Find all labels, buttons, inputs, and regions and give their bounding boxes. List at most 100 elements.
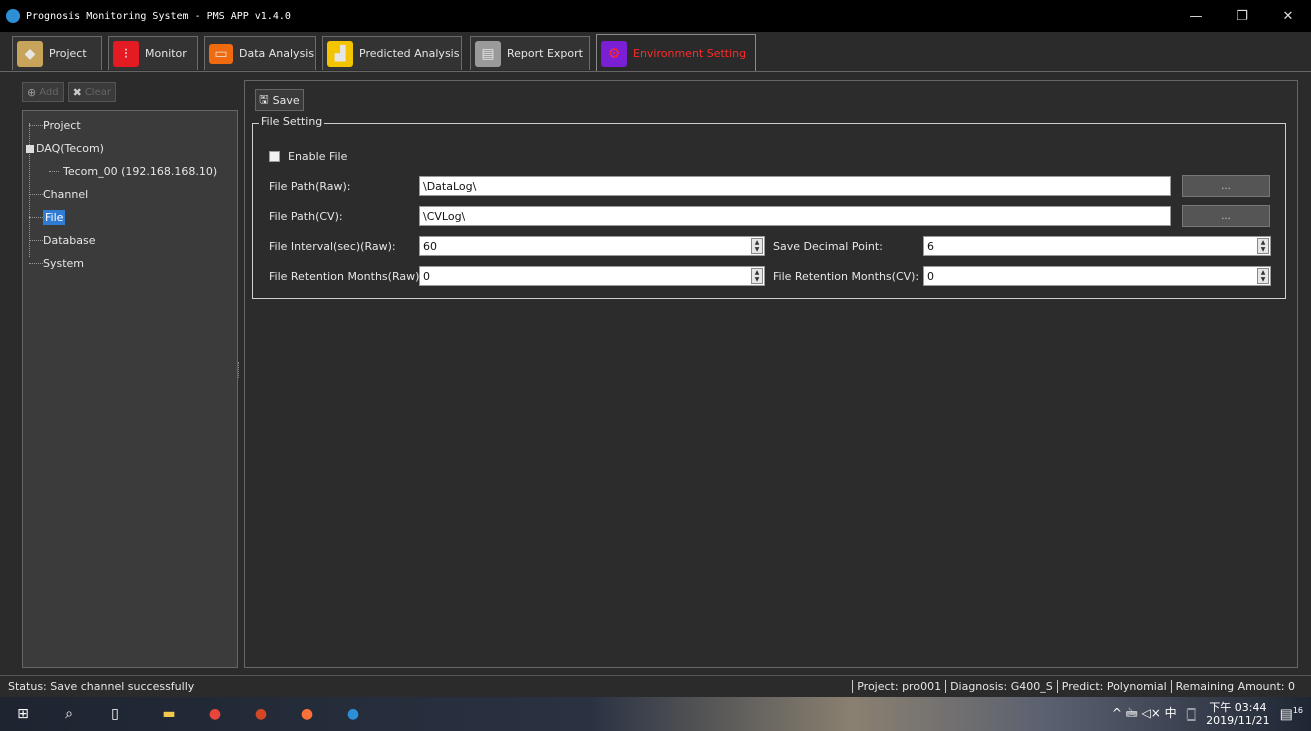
file-path-cv-label: File Path(CV): <box>269 210 343 223</box>
tray-icons[interactable]: ^ 🖮 ◁× 中 <box>1112 704 1177 725</box>
spin-arrows-icon[interactable]: ▲ ▼ <box>1257 238 1269 254</box>
file-setting-group: File Setting Enable File File Path(Raw):… <box>252 115 1286 299</box>
save-label: Save <box>272 93 300 107</box>
tree-item-project[interactable]: Project <box>23 114 237 137</box>
clock[interactable]: 下午 03:44 2019/11/21 <box>1206 701 1269 727</box>
tree-item-label: File <box>43 210 66 225</box>
notification-icon[interactable]: ▤16 <box>1280 706 1303 723</box>
left-panel: ⊕ Add ✖ Clear Project DAQ(Tecom) Tecom_0… <box>12 80 238 668</box>
close-button[interactable]: ✕ <box>1265 0 1311 32</box>
tree-item-daq[interactable]: DAQ(Tecom) <box>23 137 237 160</box>
notification-count: 16 <box>1292 705 1303 715</box>
tab-label: Environment Setting <box>633 47 747 60</box>
tree-item-label: Channel <box>43 188 89 201</box>
tree-item-label: System <box>43 257 85 270</box>
main-tab-bar: ◆ Project ⁝ Monitor ▭ Data Analysis ▟ Pr… <box>0 32 1311 72</box>
report-export-icon: ▤ <box>475 40 501 67</box>
collapse-icon[interactable] <box>26 144 34 153</box>
clear-icon: ✖ <box>72 85 82 99</box>
chrome-icon[interactable]: ● <box>204 703 226 725</box>
tree-item-label: Database <box>43 234 96 247</box>
enable-file-label: Enable File <box>288 150 348 163</box>
tab-label: Data Analysis <box>239 47 315 60</box>
tree-item-file[interactable]: File <box>23 206 237 229</box>
file-path-raw-input[interactable]: \DataLog\ <box>419 176 1171 196</box>
panel-splitter[interactable] <box>238 362 240 378</box>
browse-raw-button[interactable]: ... <box>1182 175 1270 197</box>
file-explorer-icon[interactable]: ▬ <box>158 703 180 725</box>
title-bar: Prognosis Monitoring System - PMS APP v1… <box>0 0 1311 32</box>
tree-item-channel[interactable]: Channel <box>23 183 237 206</box>
spin-arrows-icon[interactable]: ▲ ▼ <box>751 268 763 284</box>
environment-setting-icon: ⚙ <box>601 40 627 67</box>
window-title: Prognosis Monitoring System - PMS APP v1… <box>26 10 291 22</box>
save-decimal-label: Save Decimal Point: <box>773 240 883 253</box>
tab-divider <box>0 71 1311 72</box>
powerpoint-icon[interactable]: ● <box>250 703 272 725</box>
add-label: Add <box>39 86 59 98</box>
tree-item-label: DAQ(Tecom) <box>36 142 104 155</box>
status-info: Project: pro001 Diagnosis: G400_S Predic… <box>852 680 1299 693</box>
restore-button[interactable]: ❐ <box>1219 0 1265 32</box>
tab-data-analysis[interactable]: ▭ Data Analysis <box>204 36 316 70</box>
tree-item-system[interactable]: System <box>23 252 237 275</box>
status-message: Status: Save channel successfully <box>8 680 195 693</box>
clear-button[interactable]: ✖ Clear <box>67 82 116 102</box>
retention-cv-value: 0 <box>927 269 934 283</box>
enable-file-checkbox[interactable] <box>269 151 280 162</box>
status-remaining: Remaining Amount: 0 <box>1170 680 1299 693</box>
tree-item-tecom[interactable]: Tecom_00 (192.168.168.10) <box>23 160 237 183</box>
save-button[interactable]: 🖫 Save <box>255 89 304 111</box>
tab-predicted-analysis[interactable]: ▟ Predicted Analysis <box>322 36 462 70</box>
windows-taskbar: ⊞ ⌕ ▯ ▬ ● ● ● ● ^ 🖮 ◁× 中 🀆 下午 03:44 2019… <box>0 697 1311 731</box>
tab-environment-setting[interactable]: ⚙ Environment Setting <box>596 34 756 72</box>
clear-label: Clear <box>84 86 111 98</box>
spin-arrows-icon[interactable]: ▲ ▼ <box>751 238 763 254</box>
settings-panel: 🖫 Save File Setting Enable File File Pat… <box>244 80 1298 668</box>
retention-raw-label: File Retention Months(Raw): <box>269 270 424 283</box>
status-diagnosis: Diagnosis: G400_S <box>945 680 1057 693</box>
retention-cv-spinbox[interactable]: 0 ▲ ▼ <box>923 266 1271 286</box>
monitor-icon: ⁝ <box>113 40 139 67</box>
browse-cv-button[interactable]: ... <box>1182 205 1270 227</box>
tab-report-export[interactable]: ▤ Report Export <box>470 36 590 70</box>
system-tray: ^ 🖮 ◁× 中 🀆 下午 03:44 2019/11/21 ▤16 <box>1112 697 1303 731</box>
retention-raw-value: 0 <box>423 269 430 283</box>
tree-item-label: Tecom_00 (192.168.168.10) <box>63 165 218 178</box>
app-icon <box>6 9 20 23</box>
save-icon: 🖫 <box>259 92 269 106</box>
task-view-icon[interactable]: ▯ <box>104 703 126 725</box>
windows-start-icon[interactable]: ⊞ <box>12 703 34 725</box>
add-button[interactable]: ⊕ Add <box>22 82 64 102</box>
tag-icon: ◆ <box>17 40 43 67</box>
tab-project[interactable]: ◆ Project <box>12 36 102 70</box>
file-interval-spinbox[interactable]: 60 ▲ ▼ <box>419 236 765 256</box>
tab-label: Monitor <box>145 47 187 60</box>
retention-raw-spinbox[interactable]: 0 ▲ ▼ <box>419 266 765 286</box>
firefox-icon[interactable]: ● <box>296 703 318 725</box>
status-predict: Predict: Polynomial <box>1056 680 1171 693</box>
tab-label: Project <box>49 47 87 60</box>
data-analysis-icon: ▭ <box>209 43 233 64</box>
tab-monitor[interactable]: ⁝ Monitor <box>108 36 198 70</box>
group-title: File Setting <box>259 115 325 128</box>
file-path-cv-input[interactable]: \CVLog\ <box>419 206 1171 226</box>
add-icon: ⊕ <box>27 85 37 99</box>
retention-cv-label: File Retention Months(CV): <box>773 270 920 283</box>
clock-time: 下午 03:44 <box>1209 701 1267 714</box>
enable-file-row[interactable]: Enable File <box>269 150 347 163</box>
predicted-analysis-icon: ▟ <box>327 40 353 67</box>
tree-item-label: Project <box>43 119 81 132</box>
tree-item-database[interactable]: Database <box>23 229 237 252</box>
save-decimal-spinbox[interactable]: 6 ▲ ▼ <box>923 236 1271 256</box>
tab-label: Predicted Analysis <box>359 47 460 60</box>
spin-arrows-icon[interactable]: ▲ ▼ <box>1257 268 1269 284</box>
file-path-raw-label: File Path(Raw): <box>269 180 351 193</box>
settings-tree: Project DAQ(Tecom) Tecom_00 (192.168.168… <box>22 110 238 668</box>
minimize-button[interactable]: — <box>1173 0 1219 32</box>
status-bar: Status: Save channel successfully Projec… <box>0 675 1311 697</box>
search-icon[interactable]: ⌕ <box>58 703 80 725</box>
ime-icon[interactable]: 🀆 <box>1187 707 1197 722</box>
pms-app-icon[interactable]: ● <box>342 703 364 725</box>
window-controls: — ❐ ✕ <box>1173 0 1311 32</box>
